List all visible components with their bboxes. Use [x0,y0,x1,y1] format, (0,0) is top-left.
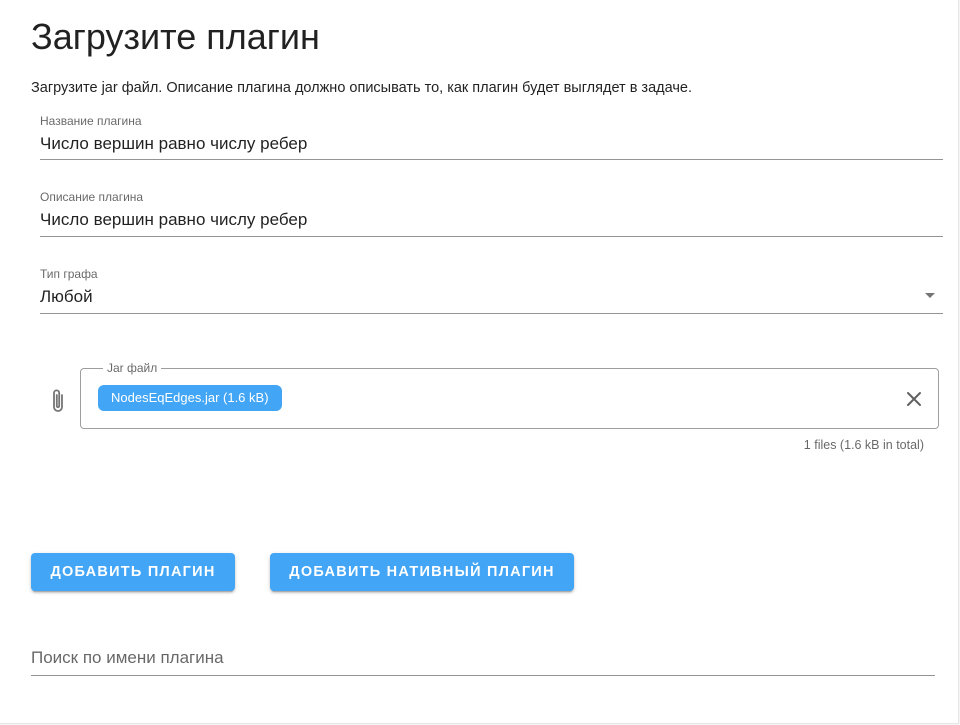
add-plugin-button[interactable]: Добавить плагин [31,553,235,591]
file-summary: 1 files (1.6 kB in total) [803,438,924,452]
plugin-upload-card: Загрузите плагин Загрузите jar файл. Опи… [0,0,959,724]
plugin-description-field[interactable]: Описание плагина Число вершин равно числ… [40,190,943,237]
plugin-search [31,642,935,676]
jar-file-input[interactable]: Jar файл NodesEqEdges.jar (1.6 kB) [80,361,939,429]
plugin-description-value[interactable]: Число вершин равно числу ребер [40,209,307,231]
add-native-plugin-button[interactable]: Добавить нативный плагин [270,553,574,591]
file-chip[interactable]: NodesEqEdges.jar (1.6 kB) [98,385,282,411]
graph-type-select[interactable]: Тип графа Любой [40,267,943,314]
caret-down-icon[interactable] [925,293,935,298]
graph-type-label: Тип графа [40,267,98,281]
plugin-name-value[interactable]: Число вершин равно числу ребер [40,133,307,155]
plugin-name-label: Название плагина [40,114,142,128]
plugin-name-field[interactable]: Название плагина Число вершин равно числ… [40,114,943,160]
paperclip-icon[interactable] [47,387,69,415]
plugin-search-input[interactable] [31,645,935,671]
graph-type-selected[interactable]: Любой [40,286,93,308]
page-description: Загрузите jar файл. Описание плагина дол… [31,80,692,96]
jar-file-label: Jar файл [103,361,162,375]
close-icon[interactable] [906,391,922,407]
plugin-description-label: Описание плагина [40,190,144,204]
page-title: Загрузите плагин [31,16,320,57]
